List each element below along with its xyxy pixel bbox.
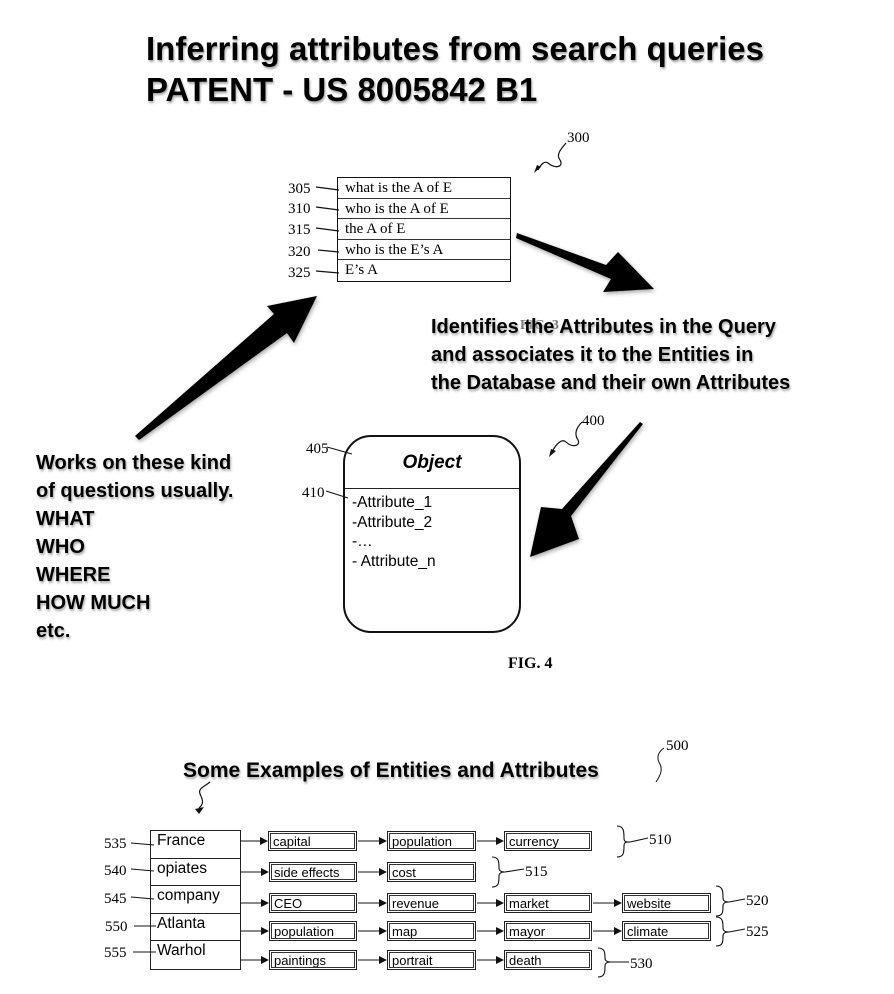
squiggle-arrow-300-icon xyxy=(534,142,567,173)
fig3-leader-lines xyxy=(315,186,340,274)
entity-leader-lines xyxy=(130,842,156,953)
big-arrow-up-right-icon xyxy=(135,296,317,440)
group-braces xyxy=(491,825,746,978)
leader-410 xyxy=(325,490,349,499)
big-arrow-down-right-icon xyxy=(516,233,654,292)
diagram-overlay xyxy=(130,142,746,978)
squiggle-arrow-505-icon xyxy=(195,781,211,814)
squiggle-500-icon xyxy=(655,747,665,783)
leader-405 xyxy=(326,446,353,455)
relation-arrows xyxy=(240,837,622,964)
big-arrow-down-left-icon xyxy=(530,422,643,557)
squiggle-arrow-400-icon xyxy=(549,421,583,457)
